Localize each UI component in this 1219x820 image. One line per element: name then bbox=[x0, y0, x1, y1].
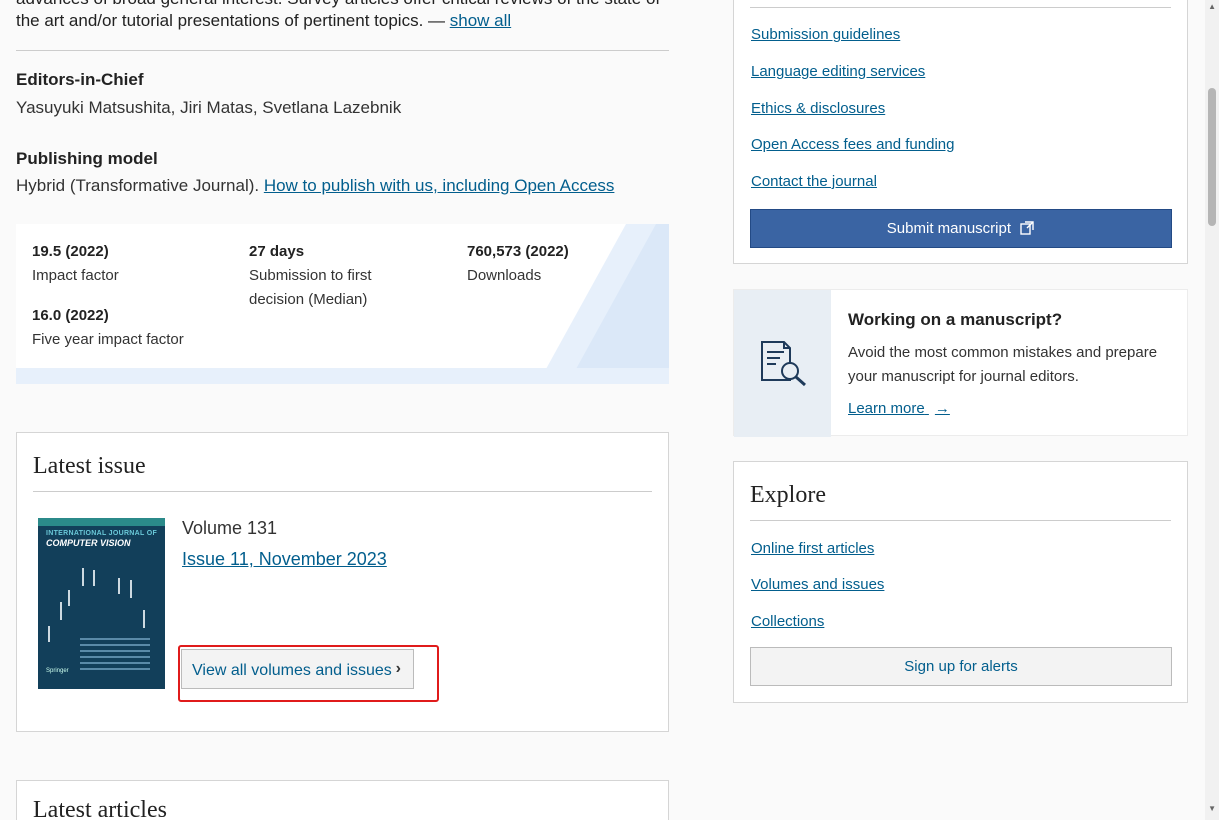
submit-label: Submit manuscript bbox=[886, 220, 1012, 237]
icon-panel bbox=[734, 290, 831, 437]
cover-graphic bbox=[130, 580, 132, 598]
learn-more-label: Learn more bbox=[848, 400, 925, 417]
metric-impact-factor: 19.5 (2022) Impact factor bbox=[32, 240, 232, 288]
explore-heading: Explore bbox=[750, 482, 826, 508]
metric-five-year-impact: 16.0 (2022) Five year impact factor bbox=[32, 304, 232, 352]
metrics-band bbox=[16, 368, 669, 384]
cover-stripe bbox=[38, 518, 165, 526]
ethics-disclosures-link[interactable]: Ethics & disclosures bbox=[751, 100, 885, 117]
cover-graphic bbox=[118, 578, 120, 594]
editors-label: Editors-in-Chief bbox=[16, 70, 144, 89]
contact-journal-link[interactable]: Contact the journal bbox=[751, 173, 877, 190]
cover-graphic bbox=[143, 610, 145, 628]
document-search-icon bbox=[761, 341, 806, 387]
how-to-publish-link[interactable]: How to publish with us, including Open A… bbox=[264, 176, 615, 195]
sign-up-alerts-button[interactable]: Sign up for alerts bbox=[750, 647, 1172, 686]
description-text: advances of broad general interest. Surv… bbox=[16, 0, 660, 30]
journal-metrics: 19.5 (2022) Impact factor 27 days Submis… bbox=[16, 224, 669, 384]
metric-value: 760,573 (2022) bbox=[467, 243, 569, 260]
language-editing-link[interactable]: Language editing services bbox=[751, 63, 925, 80]
metric-label: Submission to first decision (Median) bbox=[249, 267, 372, 308]
manuscript-text: Avoid the most common mistakes and prepa… bbox=[848, 344, 1158, 385]
cover-text-lines bbox=[80, 638, 150, 674]
editors-names: Yasuyuki Matsushita, Jiri Matas, Svetlan… bbox=[16, 98, 402, 117]
cover-graphic bbox=[82, 568, 84, 586]
latest-issue-card: Latest issue INTERNATIONAL JOURNAL OF CO… bbox=[16, 432, 669, 732]
metric-downloads: 760,573 (2022) Downloads bbox=[467, 240, 647, 288]
metric-label: Five year impact factor bbox=[32, 331, 184, 348]
divider bbox=[33, 491, 652, 492]
highlight-box bbox=[178, 645, 439, 702]
show-all-link[interactable]: show all bbox=[450, 11, 511, 30]
latest-articles-heading: Latest articles bbox=[33, 797, 167, 820]
submission-links-card: Submission guidelines Language editing s… bbox=[733, 0, 1188, 264]
publishing-model-label: Publishing model bbox=[16, 149, 158, 168]
cover-graphic bbox=[48, 626, 50, 642]
divider bbox=[16, 50, 669, 51]
submission-guidelines-link[interactable]: Submission guidelines bbox=[751, 26, 900, 43]
scroll-up-icon[interactable]: ▲ bbox=[1208, 2, 1216, 11]
cover-graphic bbox=[60, 602, 62, 620]
metric-value: 19.5 (2022) bbox=[32, 243, 109, 260]
open-access-fees-link[interactable]: Open Access fees and funding bbox=[751, 136, 954, 153]
publishing-text: Hybrid (Transformative Journal). bbox=[16, 176, 264, 195]
scrollbar[interactable]: ▲ ▼ bbox=[1205, 0, 1219, 820]
scrollbar-thumb[interactable] bbox=[1208, 88, 1216, 226]
latest-issue-heading: Latest issue bbox=[33, 453, 146, 479]
arrow-right-icon: → bbox=[934, 400, 950, 417]
manuscript-tips-card: Working on a manuscript? Avoid the most … bbox=[733, 289, 1188, 437]
manuscript-title: Working on a manuscript? bbox=[848, 310, 1063, 329]
latest-articles-card: Latest articles bbox=[16, 780, 669, 820]
metric-label: Downloads bbox=[467, 267, 542, 284]
divider bbox=[750, 7, 1171, 8]
metric-value: 16.0 (2022) bbox=[32, 307, 109, 324]
learn-more-link[interactable]: Learn more → bbox=[848, 400, 950, 417]
cover-title: COMPUTER VISION bbox=[46, 538, 131, 548]
collections-link[interactable]: Collections bbox=[751, 613, 824, 630]
cover-subtitle: INTERNATIONAL JOURNAL OF bbox=[46, 530, 158, 537]
volume-label: Volume 131 bbox=[182, 518, 278, 538]
journal-description: advances of broad general interest. Surv… bbox=[16, 0, 669, 32]
metric-submission-time: 27 days Submission to first decision (Me… bbox=[249, 240, 429, 312]
metric-value: 27 days bbox=[249, 243, 305, 260]
cover-graphic bbox=[68, 590, 70, 606]
metric-label: Impact factor bbox=[32, 267, 119, 284]
external-link-icon bbox=[1020, 221, 1034, 235]
volumes-issues-link[interactable]: Volumes and issues bbox=[751, 576, 884, 593]
scroll-down-icon[interactable]: ▼ bbox=[1208, 804, 1216, 813]
cover-publisher-logo: Springer bbox=[46, 668, 69, 674]
online-first-link[interactable]: Online first articles bbox=[751, 540, 874, 557]
cover-graphic bbox=[93, 570, 95, 586]
journal-cover-image[interactable]: INTERNATIONAL JOURNAL OF COMPUTER VISION… bbox=[38, 518, 165, 689]
divider bbox=[750, 520, 1171, 521]
submit-manuscript-button[interactable]: Submit manuscript bbox=[750, 209, 1172, 248]
explore-card: Explore Online first articles Volumes an… bbox=[733, 461, 1188, 703]
publishing-model: Hybrid (Transformative Journal). How to … bbox=[16, 176, 614, 196]
issue-link[interactable]: Issue 11, November 2023 bbox=[182, 549, 387, 570]
